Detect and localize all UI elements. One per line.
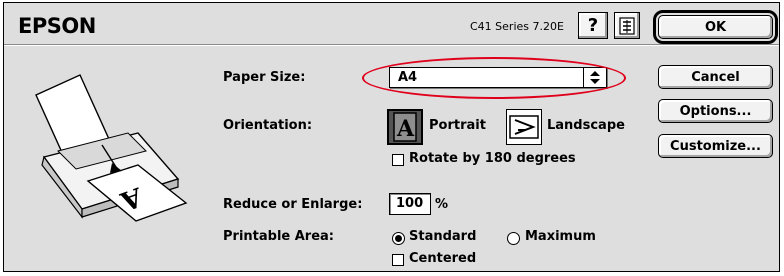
landscape-option[interactable] bbox=[506, 109, 542, 145]
maximum-label[interactable]: Maximum bbox=[525, 229, 596, 244]
cancel-button[interactable]: Cancel bbox=[658, 65, 773, 89]
orientation-label: Orientation: bbox=[223, 118, 313, 133]
printer-illustration: A bbox=[35, 74, 188, 222]
customize-button[interactable]: Customize... bbox=[658, 134, 773, 158]
scale-input[interactable]: 100 bbox=[389, 193, 431, 215]
rotate-checkbox[interactable] bbox=[392, 154, 404, 166]
driver-version: C41 Series 7.20E bbox=[470, 20, 564, 33]
landscape-icon bbox=[509, 115, 539, 139]
printer-utility-icon bbox=[619, 16, 635, 35]
reduce-enlarge-label: Reduce or Enlarge: bbox=[223, 197, 363, 212]
print-setup-dialog: EPSON C41 Series 7.20E ? OK Cancel Optio… bbox=[3, 2, 780, 272]
portrait-label[interactable]: Portrait bbox=[429, 118, 486, 133]
centered-label[interactable]: Centered bbox=[409, 251, 476, 266]
help-button[interactable]: ? bbox=[578, 12, 608, 39]
standard-label[interactable]: Standard bbox=[409, 229, 476, 244]
paper-size-label: Paper Size: bbox=[223, 70, 306, 85]
percent-unit: % bbox=[435, 197, 449, 212]
utility-button[interactable] bbox=[614, 12, 640, 39]
brand-logo: EPSON bbox=[18, 14, 96, 38]
ok-button[interactable]: OK bbox=[653, 10, 778, 44]
svg-text:A: A bbox=[396, 116, 415, 142]
maximum-radio[interactable] bbox=[507, 232, 520, 245]
highlight-ellipse bbox=[362, 57, 626, 99]
centered-checkbox[interactable] bbox=[392, 254, 404, 266]
standard-radio[interactable] bbox=[392, 232, 405, 245]
portrait-option[interactable]: A bbox=[387, 109, 423, 145]
rotate-label[interactable]: Rotate by 180 degrees bbox=[409, 151, 576, 166]
options-button[interactable]: Options... bbox=[658, 99, 773, 123]
portrait-icon: A bbox=[393, 112, 417, 142]
landscape-label[interactable]: Landscape bbox=[547, 118, 625, 133]
printable-area-label: Printable Area: bbox=[223, 229, 335, 244]
help-icon: ? bbox=[587, 15, 599, 36]
header-divider bbox=[4, 44, 779, 46]
